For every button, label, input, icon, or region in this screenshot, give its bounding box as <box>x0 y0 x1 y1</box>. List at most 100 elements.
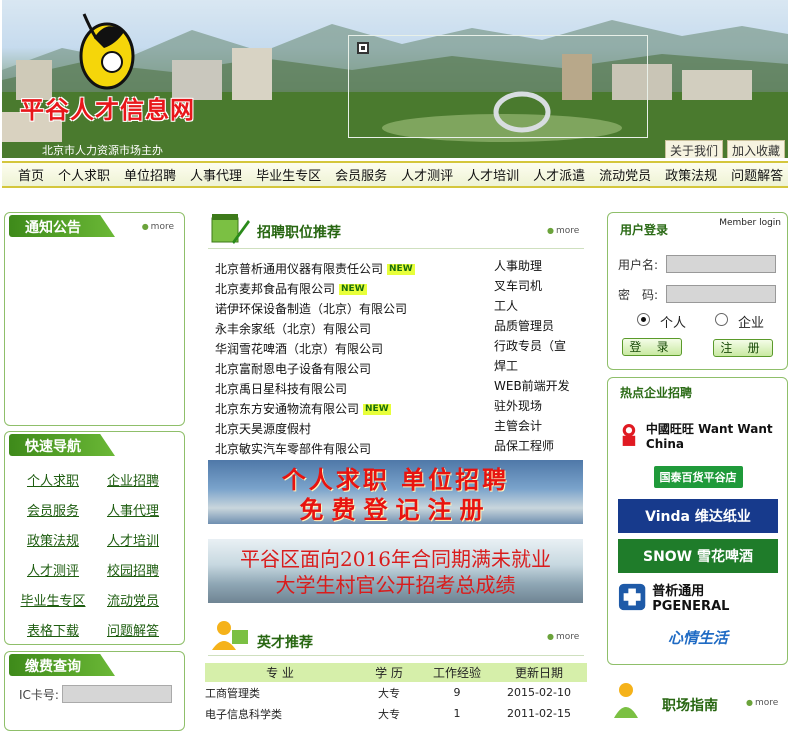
talent-more-link[interactable]: more <box>547 632 579 642</box>
login-panel: 用户登录 Member login 用户名: 密 码: 个人 企业 登 录 注 … <box>607 212 788 370</box>
radio-personal[interactable] <box>637 313 650 326</box>
free-registration-banner[interactable]: 个人求职 单位招聘 免费登记注册 <box>208 460 583 524</box>
company-item[interactable]: 北京禹日星科技有限公司 <box>215 379 495 399</box>
notice-panel: 通知公告 more <box>4 212 185 426</box>
nav-policy[interactable]: 政策法规 <box>665 165 717 184</box>
company-item[interactable]: 永丰余家纸（北京）有限公司 <box>215 319 495 339</box>
company-item[interactable]: 北京麦邦食品有限公司 NEW <box>215 279 495 299</box>
company-item[interactable]: 北京敏实汽车零部件有限公司 <box>215 439 495 459</box>
quick-link-graduates[interactable]: 毕业生专区 <box>13 590 93 609</box>
nav-personnel-agency[interactable]: 人事代理 <box>190 165 242 184</box>
nav-talent-assessment[interactable]: 人才测评 <box>401 165 453 184</box>
position-item[interactable]: 主管会计 <box>494 416 584 436</box>
position-item[interactable]: 驻外现场 <box>494 396 584 416</box>
cell-major: 电子信息科学类 <box>205 707 282 721</box>
position-item[interactable]: 工人 <box>494 296 584 316</box>
quick-link-campus-recruit[interactable]: 校园招聘 <box>93 560 173 579</box>
position-item[interactable]: 叉车司机 <box>494 276 584 296</box>
table-row[interactable]: 电子信息科学类 大专 1 2011-02-15 <box>205 703 587 724</box>
recruit-more-link[interactable]: more <box>547 226 579 236</box>
nav-member-services[interactable]: 会员服务 <box>335 165 387 184</box>
company-item[interactable]: 北京东方安通物流有限公司 NEW <box>215 399 495 419</box>
site-title: 平谷人才信息网 <box>20 95 195 124</box>
register-button[interactable]: 注 册 <box>713 339 773 357</box>
position-item[interactable]: 行政专员（宣 <box>494 336 584 356</box>
header-banner: 平谷人才信息网 北京市人力资源市场主办 关于我们 加入收藏 <box>2 0 788 158</box>
quick-link-member-services[interactable]: 会员服务 <box>13 500 93 519</box>
cell-education: 大专 <box>378 686 400 700</box>
quick-nav-title: 快速导航 <box>9 434 115 456</box>
organizer-text: 北京市人力资源市场主办 <box>42 144 163 157</box>
pgeneral-mark-icon <box>618 583 646 611</box>
recruit-section-icon <box>211 214 250 244</box>
quick-link-mobile-party[interactable]: 流动党员 <box>93 590 173 609</box>
login-title: 用户登录 <box>620 223 669 237</box>
login-button[interactable]: 登 录 <box>622 338 682 356</box>
xinqing-logo[interactable]: 心情生活 <box>618 623 778 651</box>
position-item[interactable]: 品保工程师 <box>494 436 584 456</box>
vinda-logo[interactable]: Vinda 维达纸业 <box>618 499 778 533</box>
table-row[interactable]: 工商管理类 大专 9 2015-02-10 <box>205 682 587 703</box>
talent-table-header: 专 业 学 历 工作经验 更新日期 <box>205 663 587 682</box>
main-nav: 首页 个人求职 单位招聘 人事代理 毕业生专区 会员服务 人才测评 人才培训 人… <box>2 161 788 188</box>
pgeneral-logo[interactable]: 普析通用 PGENERAL <box>618 579 778 615</box>
recruit-divider <box>208 248 584 249</box>
username-label: 用户名: <box>618 258 659 272</box>
career-guide-icon <box>614 683 638 718</box>
position-item[interactable]: 人事助理 <box>494 256 584 276</box>
add-favorite-link[interactable]: 加入收藏 <box>726 140 785 158</box>
nav-employer-recruit[interactable]: 单位招聘 <box>124 165 176 184</box>
radio-enterprise[interactable] <box>715 313 728 326</box>
position-item[interactable]: 品质管理员 <box>494 316 584 336</box>
nav-talent-dispatch[interactable]: 人才派遣 <box>533 165 585 184</box>
notice-more-link[interactable]: more <box>142 222 174 232</box>
nav-talent-training[interactable]: 人才培训 <box>467 165 519 184</box>
nav-job-seeking[interactable]: 个人求职 <box>58 165 110 184</box>
talent-section-icon <box>212 621 248 650</box>
quick-link-faq[interactable]: 问题解答 <box>93 620 173 639</box>
company-item[interactable]: 北京天昊源度假村 <box>215 419 495 439</box>
company-item[interactable]: 北京富耐恩电子设备有限公司 <box>215 359 495 379</box>
company-item[interactable]: 华润雪花啤酒（北京）有限公司 <box>215 339 495 359</box>
want-want-logo[interactable]: 中國旺旺 Want Want China <box>618 416 778 454</box>
password-input[interactable] <box>666 285 776 303</box>
position-item[interactable]: WEB前端开发 <box>494 376 584 396</box>
username-input[interactable] <box>666 255 776 273</box>
village-official-exam-banner[interactable]: 平谷区面向2016年合同期满未就业 大学生村官公开招考总成绩 <box>208 539 583 603</box>
guide-more-link[interactable]: more <box>746 698 778 708</box>
fee-query-panel: 缴费查询 IC卡号: <box>4 651 185 731</box>
talent-table: 专 业 学 历 工作经验 更新日期 工商管理类 大专 9 2015-02-10 … <box>205 663 587 724</box>
quick-link-personnel-agency[interactable]: 人事代理 <box>93 500 173 519</box>
quick-link-policy[interactable]: 政策法规 <box>13 530 93 549</box>
login-subtitle: Member login <box>719 218 781 228</box>
company-item[interactable]: 诺伊环保设备制造（北京）有限公司 <box>215 299 495 319</box>
ic-card-input[interactable] <box>62 685 172 703</box>
radio-enterprise-label: 企业 <box>738 316 765 331</box>
cell-experience: 9 <box>453 686 461 699</box>
quick-link-forms-download[interactable]: 表格下载 <box>13 620 93 639</box>
site-logo-icon <box>79 13 135 90</box>
position-item[interactable]: 焊工 <box>494 356 584 376</box>
col-education: 学 历 <box>355 663 423 682</box>
col-updated: 更新日期 <box>491 663 587 682</box>
notice-title: 通知公告 <box>9 215 115 237</box>
snow-beer-logo[interactable]: SNOW 雪花啤酒 <box>618 539 778 573</box>
quick-link-enterprise-recruit[interactable]: 企业招聘 <box>93 470 173 489</box>
nav-graduates[interactable]: 毕业生专区 <box>256 165 321 184</box>
nav-mobile-party[interactable]: 流动党员 <box>599 165 651 184</box>
guotai-department-store-logo[interactable]: 国泰百货平谷店 <box>618 464 778 490</box>
promo2-line1: 平谷区面向2016年合同期满未就业 <box>240 547 551 571</box>
password-label: 密 码: <box>618 288 659 302</box>
promo2-line2: 大学生村官公开招考总成绩 <box>275 573 516 597</box>
cell-updated: 2015-02-10 <box>507 686 571 699</box>
about-us-link[interactable]: 关于我们 <box>664 140 723 158</box>
quick-link-job-seeking[interactable]: 个人求职 <box>13 470 93 489</box>
nav-faq[interactable]: 问题解答 <box>731 165 783 184</box>
quick-link-training[interactable]: 人才培训 <box>93 530 173 549</box>
quick-link-assessment[interactable]: 人才测评 <box>13 560 93 579</box>
company-item[interactable]: 北京普析通用仪器有限责任公司 NEW <box>215 259 495 279</box>
nav-home[interactable]: 首页 <box>18 165 44 184</box>
col-major: 专 业 <box>205 663 355 682</box>
banner-frame <box>348 35 648 138</box>
promo1-line2: 免费登记注册 <box>299 495 492 524</box>
